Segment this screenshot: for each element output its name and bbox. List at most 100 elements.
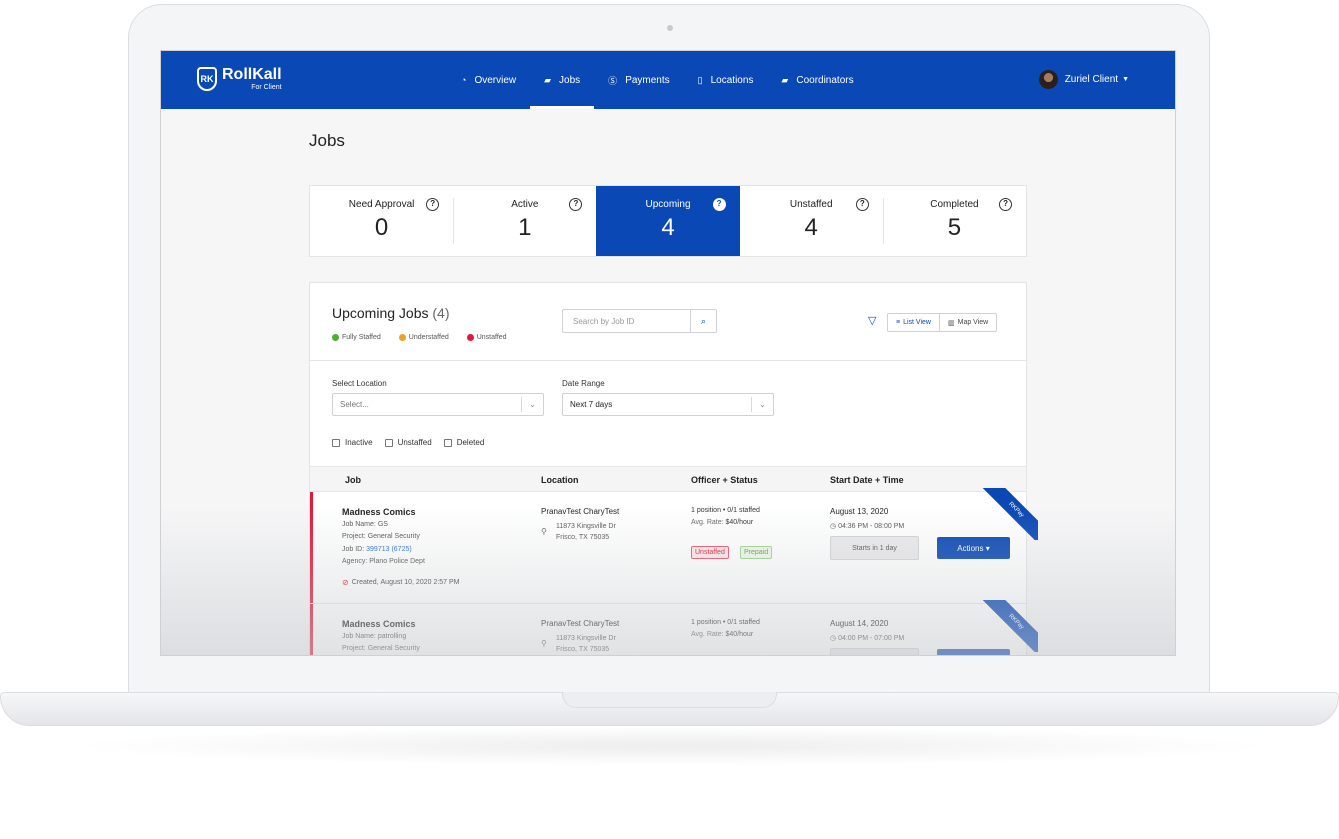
help-icon[interactable]: ?: [712, 198, 726, 211]
brand-name: RollKall: [222, 66, 282, 83]
legend-label: Understaffed: [408, 334, 449, 341]
search-icon: ⌕: [700, 315, 707, 326]
legend-label: Fully Staffed: [342, 334, 381, 341]
table-header: Job Location Officer + Status Start Date…: [310, 466, 1026, 492]
date-range-value: Next 7 days: [570, 400, 613, 409]
location-select-value: Select...: [340, 400, 369, 409]
checkbox-deleted[interactable]: Deleted: [443, 438, 484, 447]
stat-active[interactable]: Active 1 ?: [453, 186, 596, 256]
stat-value: 1: [518, 214, 532, 241]
job-stats: Need Approval 0 ? Active 1 ? Upcoming 4 …: [309, 185, 1027, 257]
nav-jobs-label: Jobs: [559, 74, 581, 86]
top-navbar: RK RollKall For Client ◔ Overview ▰ Jobs…: [161, 51, 1175, 109]
actions-label: Actions: [957, 543, 984, 553]
stat-value: 4: [804, 214, 818, 241]
app-screen: RK RollKall For Client ◔ Overview ▰ Jobs…: [160, 50, 1176, 656]
actions-button[interactable]: Actions ▾: [937, 537, 1010, 559]
list-view-button[interactable]: ≡ List View: [888, 314, 939, 331]
officer-status: 1 position • 0/1 staffed Avg. Rate: $40/…: [691, 617, 760, 641]
job-title[interactable]: Madness Comics: [342, 507, 416, 517]
map-icon: ▥: [947, 319, 955, 327]
checkbox-label: Unstaffed: [397, 438, 432, 447]
checkbox-box[interactable]: [384, 438, 393, 447]
meta-value: GS: [377, 521, 388, 528]
no-entry-icon: ⊘: [342, 578, 349, 587]
meta-value: General Security: [367, 533, 420, 540]
start-date: August 14, 2020: [830, 619, 889, 628]
stat-upcoming[interactable]: Upcoming 4 ?: [596, 186, 740, 256]
checkbox-box[interactable]: [332, 438, 340, 447]
camera-dot: [667, 25, 673, 31]
nav-locations[interactable]: ▯ Locations: [684, 51, 768, 109]
stat-need-approval[interactable]: Need Approval 0 ?: [310, 186, 453, 256]
meta-value: Plano Police Dept: [369, 558, 425, 565]
search-input[interactable]: [563, 310, 690, 332]
stat-completed[interactable]: Completed 5 ?: [882, 186, 1026, 256]
address-line-2: Frisco, TX 75035: [556, 534, 610, 541]
user-menu[interactable]: Zuriel Client ▼: [1038, 70, 1129, 89]
meta-value: General Security: [367, 645, 420, 652]
view-toggle: ≡ List View ▥ Map View: [887, 313, 998, 332]
job-name-line: Job Name: patrolling: [342, 633, 406, 640]
starts-in-status: Starts in 1 day: [830, 536, 919, 560]
map-pin-icon: ⚲: [541, 639, 547, 648]
stat-value: 4: [661, 214, 675, 241]
dashboard-icon: ◔: [461, 75, 467, 85]
start-date: August 13, 2020: [830, 507, 889, 516]
job-title[interactable]: Madness Comics: [342, 619, 416, 629]
meta-label: Job ID:: [342, 546, 365, 553]
staffing-legend: Fully Staffed Understaffed Unstaffed: [332, 334, 525, 341]
positions-text: 1 position • 0/1 staffed: [691, 507, 760, 514]
column-job[interactable]: Job: [345, 475, 361, 485]
start-time: ◷ 04:00 PM - 07:00 PM: [830, 634, 904, 642]
nav-coordinators-label: Coordinators: [796, 74, 854, 86]
upcoming-jobs-panel: Upcoming Jobs (4) Fully Staffed Understa…: [309, 282, 1038, 655]
laptop-notch: [562, 692, 777, 708]
filter-icon[interactable]: ▽: [868, 314, 876, 327]
help-icon[interactable]: ?: [855, 198, 869, 211]
starts-in-status: [830, 648, 919, 655]
project-line: Project: General Security: [342, 645, 420, 652]
location-select[interactable]: Select... ⌄: [332, 393, 544, 416]
job-sub-id-link[interactable]: (6725): [391, 546, 411, 553]
agency-line: Agency: Plano Police Dept: [342, 558, 425, 565]
search-button[interactable]: ⌕: [690, 310, 716, 332]
nav-jobs[interactable]: ▰ Jobs: [530, 51, 595, 109]
rate-label: Avg. Rate:: [691, 519, 724, 526]
time-range: 04:36 PM - 08:00 PM: [838, 523, 905, 530]
stat-unstaffed[interactable]: Unstaffed 4 ?: [740, 186, 883, 256]
meta-label: Agency:: [342, 558, 368, 565]
column-location[interactable]: Location: [541, 475, 579, 485]
stat-value: 5: [947, 214, 962, 241]
clock-icon: ◷: [830, 523, 837, 530]
nav-coordinators[interactable]: ▰ Coordinators: [767, 51, 867, 109]
column-start-date[interactable]: Start Date + Time: [830, 475, 904, 485]
column-officer-status[interactable]: Officer + Status: [691, 475, 758, 485]
checkbox-unstaffed[interactable]: Unstaffed: [384, 438, 432, 447]
job-id-link[interactable]: 399713: [366, 546, 389, 553]
table-row[interactable]: Madness Comics Job Name: GS Project: Gen…: [310, 488, 1038, 604]
time-range: 04:00 PM - 07:00 PM: [838, 635, 905, 642]
help-icon[interactable]: ?: [999, 198, 1013, 211]
nav-payments[interactable]: Ⓢ Payments: [594, 51, 683, 109]
job-search: ⌕: [562, 309, 717, 333]
legend-fully-staffed: Fully Staffed: [332, 334, 381, 341]
checkbox-box[interactable]: [443, 438, 452, 447]
brand-logo[interactable]: RK RollKall For Client: [197, 67, 282, 91]
briefcase-icon: ▰: [544, 74, 552, 85]
map-view-button[interactable]: ▥ Map View: [938, 314, 996, 331]
location-address: 11873 Kingsville Dr Frisco, TX 75035: [556, 521, 616, 543]
date-range-select[interactable]: Next 7 days ⌄: [562, 393, 774, 416]
rkpay-ribbon: RKPay: [978, 600, 1038, 652]
created-line: ⊘ Created, August 10, 2020 2:57 PM: [342, 578, 460, 587]
table-row[interactable]: Madness Comics Job Name: patrolling Proj…: [310, 600, 1038, 655]
brand-subtitle: For Client: [251, 84, 282, 91]
nav-overview[interactable]: ◔ Overview: [447, 51, 530, 109]
panel-title-count: (4): [432, 305, 450, 321]
green-dot-icon: [332, 334, 339, 341]
nav-overview-label: Overview: [474, 74, 517, 86]
avatar: [1038, 70, 1058, 89]
checkbox-inactive[interactable]: Inactive: [332, 438, 373, 447]
rollkall-shield-icon: RK: [197, 67, 217, 91]
stat-value: 0: [374, 214, 389, 241]
